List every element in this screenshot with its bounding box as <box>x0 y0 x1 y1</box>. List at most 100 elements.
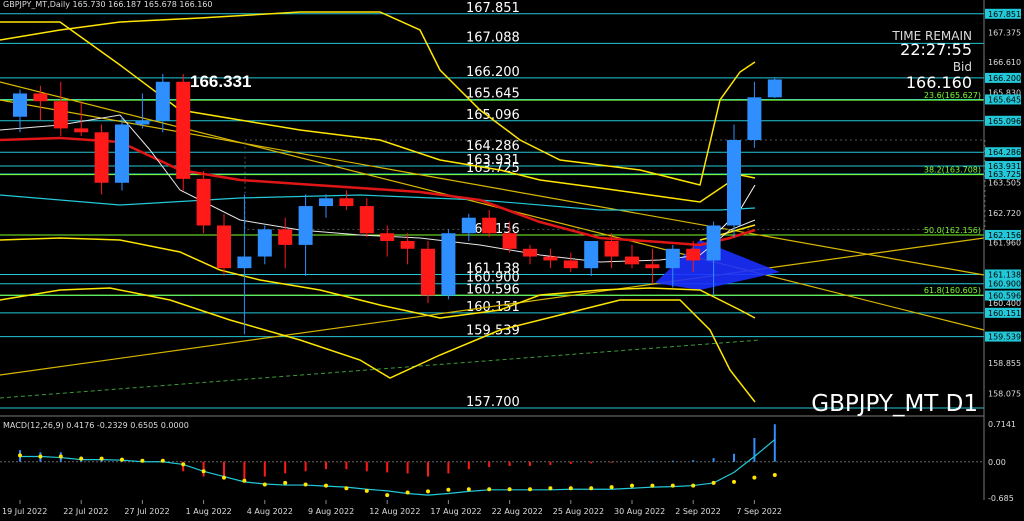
level-line-label: 160.151 <box>466 300 520 315</box>
candle-body[interactable] <box>665 248 680 269</box>
macd-dot <box>201 469 206 474</box>
candle-body[interactable] <box>543 256 558 261</box>
symbol-timeframe-label: GBPJPY_MT D1 <box>811 391 978 417</box>
candle-body[interactable] <box>461 217 476 234</box>
price-axis-tick: 158.075 <box>988 389 1021 398</box>
macd-dot <box>670 483 675 488</box>
candle-body[interactable] <box>135 120 150 125</box>
candle-body[interactable] <box>339 198 354 207</box>
candle-body[interactable] <box>441 233 456 296</box>
macd-dot <box>466 487 471 492</box>
candle-body[interactable] <box>115 124 129 183</box>
fib-level-label: 61.8(160.605) <box>924 286 981 295</box>
macd-dot <box>487 487 492 492</box>
candle-body[interactable] <box>278 229 293 245</box>
candle-body[interactable] <box>482 217 497 234</box>
macd-dot <box>405 490 410 495</box>
price-axis-tick: 164.286 <box>988 148 1021 157</box>
time-axis-label: 30 Aug 2022 <box>614 507 665 516</box>
candle-body[interactable] <box>502 233 517 249</box>
candle-body[interactable] <box>359 206 374 234</box>
macd-dot <box>426 489 430 494</box>
candle-body[interactable] <box>604 241 619 257</box>
macd-dot <box>99 456 104 461</box>
candle-body[interactable] <box>13 93 27 117</box>
candle-body[interactable] <box>257 229 272 257</box>
fib-level-label: 50.0(162.156) <box>924 226 981 235</box>
candle-body[interactable] <box>217 225 231 269</box>
macd-dot <box>222 475 226 480</box>
candle-body[interactable] <box>523 248 537 257</box>
price-axis-tick: 166.610 <box>988 58 1021 67</box>
time-axis-label: 12 Aug 2022 <box>369 507 420 516</box>
candle-body[interactable] <box>767 79 782 98</box>
candle-body[interactable] <box>645 264 660 269</box>
macd-axis-tick: 0.7141 <box>988 420 1016 429</box>
macd-dot <box>548 486 553 491</box>
macd-dot <box>181 462 186 467</box>
time-axis-label: 1 Aug 2022 <box>186 507 232 516</box>
candle-body[interactable] <box>176 81 191 179</box>
fib-level-label: 23.6(165.627) <box>924 91 981 100</box>
macd-dot <box>609 485 614 490</box>
candle-body[interactable] <box>196 178 211 226</box>
candle-body[interactable] <box>53 101 68 129</box>
macd-dot <box>528 487 532 492</box>
gbpjpy-chart[interactable]: 167.851 167.088 166.200 165.645 165.096 164.2… <box>0 0 1024 521</box>
candle-body[interactable] <box>380 233 395 242</box>
macd-dot <box>283 480 288 485</box>
candle-body[interactable] <box>237 256 252 269</box>
macd-dot <box>691 483 696 488</box>
time-axis-label: 22 Jul 2022 <box>63 507 108 516</box>
macd-dot <box>262 482 267 487</box>
price-axis-tick: 160.900 <box>988 280 1021 289</box>
price-axis-tick: 165.096 <box>988 117 1021 126</box>
candle-body[interactable] <box>686 248 701 261</box>
macd-dot <box>752 475 757 480</box>
macd-label: MACD(12,26,9) 0.4176 -0.2329 0.6505 0.00… <box>3 421 189 430</box>
level-line-label: 159.539 <box>466 324 520 339</box>
level-line-label: 157.700 <box>466 395 520 410</box>
candle-body[interactable] <box>706 225 721 261</box>
bid-label: Bid <box>953 60 972 74</box>
macd-dot <box>568 486 573 491</box>
price-axis-tick: 163.505 <box>988 179 1021 188</box>
candle-body[interactable] <box>421 248 435 296</box>
macd-dot <box>732 479 736 484</box>
macd-dot <box>630 483 634 488</box>
macd-dot <box>772 472 777 477</box>
price-axis-tick: 161.138 <box>988 270 1021 279</box>
macd-dot <box>385 493 390 498</box>
candle-body[interactable] <box>563 260 578 269</box>
info-line: GBPJPY_MT,Daily 165.730 166.187 165.678 … <box>3 0 212 9</box>
candle-body[interactable] <box>155 81 170 121</box>
candle-body[interactable] <box>298 206 313 245</box>
candle-body[interactable] <box>94 132 109 183</box>
candle-body[interactable] <box>74 128 89 133</box>
price-axis-tick: 160.151 <box>988 309 1021 318</box>
macd-dot <box>324 483 328 488</box>
bid-value: 166.160 <box>906 73 972 92</box>
time-remain-value: 22:27:55 <box>900 40 972 59</box>
candle-body[interactable] <box>625 256 639 265</box>
candle-body[interactable] <box>727 140 741 226</box>
price-axis-tick: 167.375 <box>988 28 1021 37</box>
time-axis-label: 25 Aug 2022 <box>553 507 604 516</box>
price-axis-tick: 166.200 <box>988 74 1021 83</box>
level-line-label: 167.088 <box>466 30 520 45</box>
macd-dot <box>507 487 512 492</box>
macd-dot <box>120 457 124 462</box>
candle-body[interactable] <box>400 241 415 249</box>
macd-dot <box>650 483 655 488</box>
candle-body[interactable] <box>747 97 762 141</box>
candle-body[interactable] <box>319 198 333 207</box>
time-axis-label: 9 Aug 2022 <box>308 507 354 516</box>
candle-body[interactable] <box>584 241 599 269</box>
macd-axis-tick: -0.685 <box>988 494 1014 503</box>
highlight-price-label: 166.331 <box>190 72 251 91</box>
time-axis-label: 27 Jul 2022 <box>124 507 169 516</box>
macd-dot <box>711 480 716 485</box>
macd-dot <box>18 453 22 458</box>
macd-dot <box>38 454 43 459</box>
candle-body[interactable] <box>33 93 48 102</box>
